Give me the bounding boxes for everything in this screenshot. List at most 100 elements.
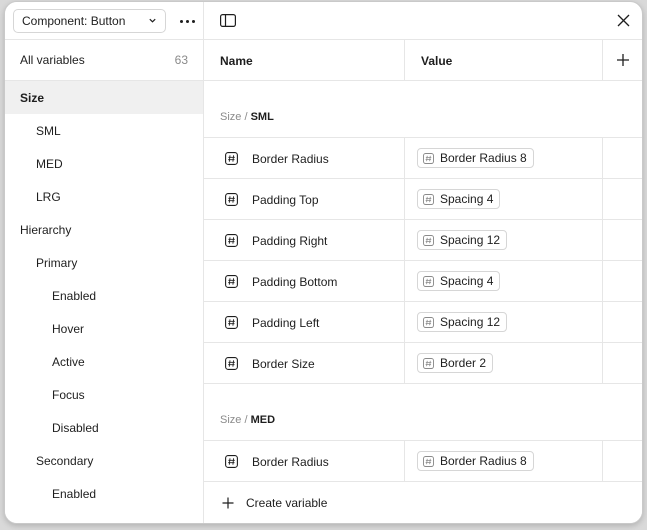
sidebar-group-item[interactable]: Focus: [5, 378, 203, 411]
alias-value-pill[interactable]: Spacing 12: [417, 312, 508, 332]
sidebar-group-item[interactable]: Disabled: [5, 411, 203, 444]
sidebar-group-label: Size: [20, 90, 45, 105]
column-divider: [404, 441, 405, 481]
column-divider: [404, 261, 405, 301]
number-variable-icon: [225, 275, 238, 288]
group-heading-prefix: Size /: [220, 111, 248, 123]
variable-row[interactable]: Border Radius Border Radius 8: [204, 441, 642, 482]
sidebar-group-item[interactable]: Active: [5, 345, 203, 378]
variable-name[interactable]: Padding Left: [252, 316, 319, 330]
variable-name[interactable]: Padding Right: [252, 234, 327, 248]
all-variables-label: All variables: [20, 53, 85, 67]
sidebar-group-item[interactable]: MED: [5, 147, 203, 180]
sidebar-group-label: Primary: [36, 255, 78, 270]
sidebar-group-item[interactable]: Hover: [5, 312, 203, 345]
group-heading-prefix: Size /: [220, 414, 248, 426]
alias-value-label: Border 2: [440, 356, 487, 370]
column-divider: [404, 138, 405, 178]
variable-row[interactable]: Border Radius Border Radius 8: [204, 138, 642, 179]
number-variable-icon: [423, 234, 434, 246]
sidebar-group-label: Hierarchy: [20, 222, 72, 237]
sidebar-group-label: Secondary: [36, 453, 94, 468]
sidebar-group-item[interactable]: Secondary: [5, 444, 203, 477]
variable-row[interactable]: Padding Top Spacing 4: [204, 179, 642, 220]
collection-select[interactable]: Component: Button: [13, 9, 166, 33]
number-variable-icon: [225, 234, 238, 247]
sidebar-header: Component: Button: [5, 2, 203, 40]
variable-name[interactable]: Padding Top: [252, 193, 319, 207]
column-divider: [602, 138, 603, 178]
sidebar-group-item[interactable]: Enabled: [5, 477, 203, 510]
alias-value-label: Spacing 4: [440, 274, 494, 288]
column-divider: [404, 40, 405, 80]
variable-row[interactable]: Padding Bottom Spacing 4: [204, 261, 642, 302]
variables-table-panel: Name Value Size / SML Border Radius Border…: [204, 2, 642, 523]
sidebar-group-item[interactable]: Hierarchy: [5, 213, 203, 246]
create-variable-label: Create variable: [246, 495, 328, 510]
chevron-down-icon: [149, 18, 156, 23]
column-divider: [404, 302, 405, 342]
sidebar-group-label: LRG: [36, 189, 61, 204]
sidebar-toggle-icon[interactable]: [220, 14, 236, 27]
column-divider: [404, 220, 405, 260]
column-divider: [602, 261, 603, 301]
add-mode-plus-icon[interactable]: [616, 53, 630, 67]
sidebar-group-item[interactable]: Primary: [5, 246, 203, 279]
number-variable-icon: [225, 316, 238, 329]
alias-value-pill[interactable]: Spacing 12: [417, 230, 508, 250]
variable-row[interactable]: Padding Left Spacing 12: [204, 302, 642, 343]
dot-icon: [179, 19, 183, 23]
variable-row[interactable]: Border Size Border 2: [204, 343, 642, 384]
more-options-button[interactable]: [175, 11, 199, 31]
variable-name[interactable]: Border Radius: [252, 455, 329, 469]
alias-value-pill[interactable]: Border 2: [417, 353, 494, 373]
alias-value-label: Spacing 4: [440, 192, 494, 206]
group-heading-name: SML: [250, 111, 274, 123]
sidebar-group-label: Focus: [52, 387, 85, 402]
column-header-name: Name: [220, 54, 253, 68]
column-divider: [602, 343, 603, 383]
collections-sidebar: Component: Button All variables 63 Size S…: [5, 2, 204, 523]
sidebar-group-item[interactable]: Enabled: [5, 279, 203, 312]
plus-icon: [222, 497, 234, 508]
all-variables-count: 63: [174, 53, 188, 67]
alias-value-pill[interactable]: Spacing 4: [417, 271, 501, 291]
sidebar-group-item[interactable]: Size: [5, 81, 203, 114]
alias-value-pill[interactable]: Border Radius 8: [417, 451, 534, 471]
create-variable-button[interactable]: Create variable: [204, 481, 642, 523]
variable-name[interactable]: Padding Bottom: [252, 275, 337, 289]
panel-toolbar: [204, 2, 642, 40]
all-variables-item[interactable]: All variables 63: [5, 40, 203, 81]
number-variable-icon: [225, 455, 238, 468]
alias-value-pill[interactable]: Spacing 4: [417, 189, 501, 209]
column-divider: [602, 179, 603, 219]
variable-name[interactable]: Border Radius: [252, 152, 329, 166]
group-heading-row: Size / MED: [204, 384, 642, 441]
alias-value-label: Border Radius 8: [440, 151, 527, 165]
close-icon[interactable]: [617, 14, 630, 27]
sidebar-group-label: MED: [36, 156, 63, 171]
sidebar-group-item[interactable]: SML: [5, 114, 203, 147]
number-variable-icon: [423, 193, 434, 205]
number-variable-icon: [423, 275, 434, 287]
sidebar-group-label: Hover: [52, 321, 85, 336]
column-divider: [602, 302, 603, 342]
sidebar-group-label: Enabled: [52, 486, 97, 501]
number-variable-icon: [225, 152, 238, 165]
sidebar-group-label: Disabled: [52, 420, 99, 435]
column-divider: [602, 441, 603, 481]
column-divider: [404, 343, 405, 383]
sidebar-group-item[interactable]: LRG: [5, 180, 203, 213]
number-variable-icon: [423, 455, 434, 467]
variable-name[interactable]: Border Size: [252, 357, 315, 371]
alias-value-pill[interactable]: Border Radius 8: [417, 148, 534, 168]
variables-window: Component: Button All variables 63 Size S…: [4, 1, 643, 524]
column-divider: [602, 40, 603, 80]
number-variable-icon: [225, 357, 238, 370]
variable-row[interactable]: Padding Right Spacing 12: [204, 220, 642, 261]
alias-value-label: Border Radius 8: [440, 454, 527, 468]
number-variable-icon: [423, 357, 434, 369]
sidebar-group-label: Enabled: [52, 288, 97, 303]
group-heading-name: MED: [250, 414, 276, 426]
group-heading: Size / MED: [220, 414, 275, 426]
